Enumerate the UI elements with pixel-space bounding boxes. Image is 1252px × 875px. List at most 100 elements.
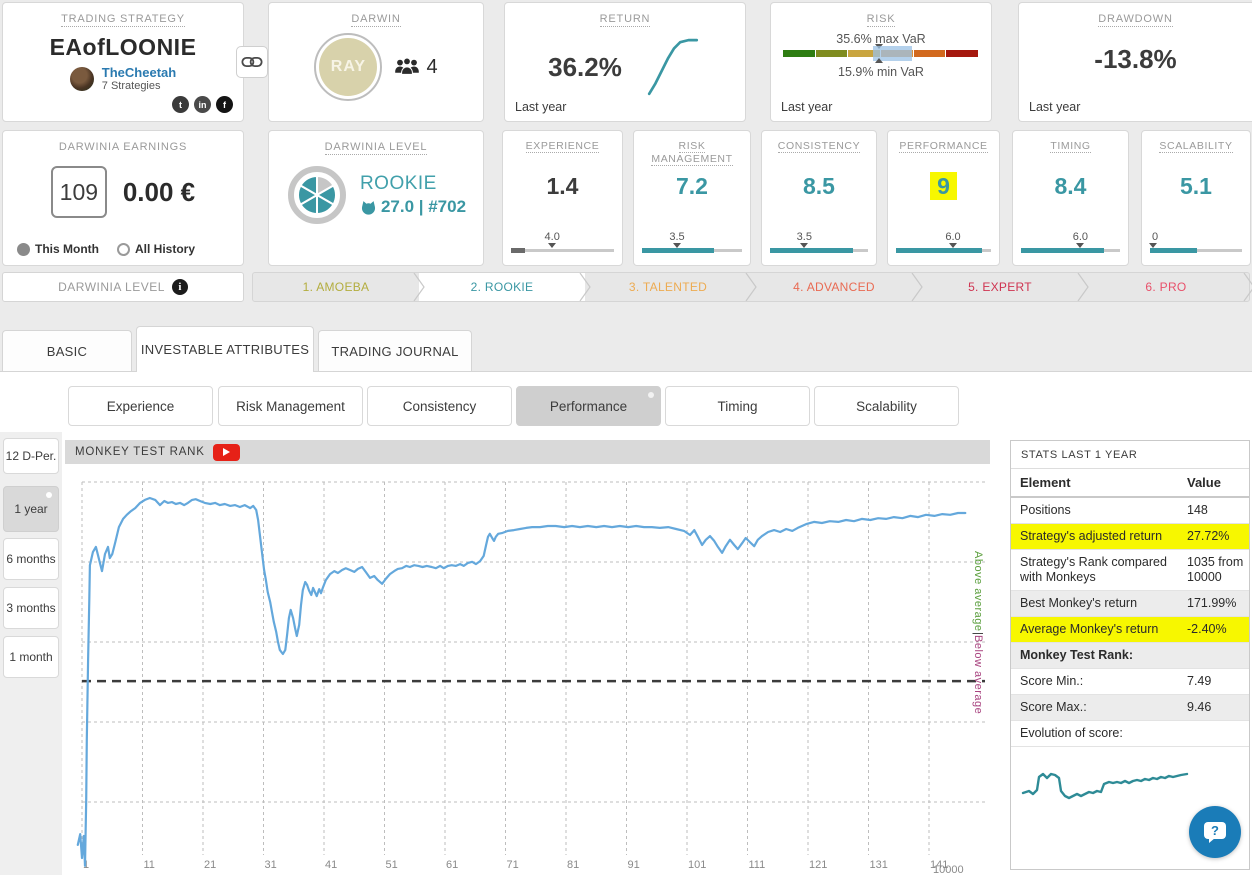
level-step-4[interactable]: 4. ADVANCED — [751, 273, 917, 301]
attribute-card-risk-management[interactable]: RISK MANAGEMENT7.23.5 — [633, 130, 751, 266]
attribute-card-scalability[interactable]: SCALABILITY5.10 — [1141, 130, 1251, 266]
stats-row-value: -2.40% — [1187, 622, 1249, 637]
attribute-card-timing[interactable]: TIMING8.46.0 — [1012, 130, 1129, 266]
period-3-months[interactable]: 3 months — [3, 587, 59, 629]
stats-row: Score Max.:9.46 — [1011, 695, 1249, 721]
link-icon[interactable] — [236, 46, 268, 78]
card-title: DARWINIA LEVEL — [269, 141, 483, 154]
help-button[interactable]: ? — [1189, 806, 1241, 858]
level-step-label: 5. EXPERT — [968, 280, 1032, 294]
darwinia-earnings-card: DARWINIA EARNINGS 109 0.00 € This MonthA… — [2, 130, 244, 266]
darwinia-level-card: DARWINIA LEVEL ROOKIE 27.0 | #702 — [268, 130, 484, 266]
risk-gradient-bar — [783, 50, 979, 57]
stats-row: Best Monkey's return171.99% — [1011, 591, 1249, 617]
radio-selected-icon — [17, 243, 30, 256]
stats-row-label: Score Max.: — [1011, 700, 1187, 715]
chart-title: MONKEY TEST RANK — [75, 446, 205, 458]
tab-trading-journal[interactable]: TRADING JOURNAL — [318, 330, 472, 371]
facebook-icon[interactable]: f — [216, 96, 233, 113]
attribute-value: 9 — [896, 173, 991, 233]
attribute-title: PERFORMANCE — [896, 140, 991, 167]
period-1-year[interactable]: 1 year — [3, 486, 59, 532]
stats-row-label: Strategy's Rank compared with Monkeys — [1011, 555, 1187, 585]
stats-row: Evolution of score: — [1011, 721, 1249, 747]
svg-text:81: 81 — [567, 859, 579, 871]
drawdown-card: DRAWDOWN -13.8% Last year — [1018, 2, 1252, 122]
social-share-icons: tinf — [172, 96, 233, 113]
stats-row-value: 27.72% — [1187, 529, 1249, 544]
svg-text:131: 131 — [870, 859, 888, 871]
investors-icon — [394, 57, 420, 77]
stats-row-value: 7.49 — [1187, 674, 1249, 689]
chevron-right-icon — [578, 273, 592, 301]
stats-row-value: 148 — [1187, 503, 1249, 518]
level-step-3[interactable]: 3. TALENTED — [585, 273, 751, 301]
period-1-month[interactable]: 1 month — [3, 636, 59, 678]
chevron-right-icon — [1242, 273, 1252, 301]
level-step-6[interactable]: 6. PRO — [1083, 273, 1249, 301]
stats-row-label: Monkey Test Rank: — [1011, 648, 1187, 663]
level-step-5[interactable]: 5. EXPERT — [917, 273, 1083, 301]
subtab-experience[interactable]: Experience — [68, 386, 213, 426]
stats-table-header: Element Value — [1011, 469, 1249, 498]
svg-text:111: 111 — [749, 859, 766, 871]
youtube-play-icon[interactable] — [213, 444, 240, 461]
subtab-performance[interactable]: Performance — [516, 386, 661, 426]
twitter-icon[interactable]: t — [172, 96, 189, 113]
chart-header: MONKEY TEST RANK — [65, 440, 990, 464]
card-title: RETURN — [505, 13, 745, 26]
attribute-marker: 6.0 — [896, 233, 991, 248]
radio-icon — [117, 243, 130, 256]
earnings-option-all-history[interactable]: All History — [117, 242, 195, 256]
stats-row-value: 9.46 — [1187, 700, 1249, 715]
level-pie-icon — [286, 164, 348, 226]
attribute-progress-bar — [770, 248, 868, 253]
stats-row-label: Positions — [1011, 503, 1187, 518]
risk-period: Last year — [781, 100, 832, 114]
info-icon[interactable]: i — [172, 279, 188, 295]
stats-row-label: Average Monkey's return — [1011, 622, 1187, 637]
return-period: Last year — [515, 100, 566, 114]
stats-row-value: 1035 from 10000 — [1187, 555, 1249, 585]
attribute-title: CONSISTENCY — [770, 140, 868, 167]
stats-row-value — [1187, 648, 1249, 663]
period-12-d-per-[interactable]: 12 D-Per. — [3, 438, 59, 474]
chevron-right-icon — [910, 273, 924, 301]
tab-investable-attributes[interactable]: INVESTABLE ATTRIBUTES — [136, 326, 314, 372]
earnings-period-options: This Month All History — [17, 242, 195, 256]
attribute-progress-bar — [1021, 248, 1120, 253]
attribute-card-experience[interactable]: EXPERIENCE1.44.0 — [502, 130, 623, 266]
stats-row: Score Min.:7.49 — [1011, 669, 1249, 695]
earnings-badge: 109 — [51, 166, 107, 218]
darwin-ticker-badge[interactable]: RAY — [314, 33, 382, 101]
tab-basic[interactable]: BASIC — [2, 330, 132, 371]
level-step-1[interactable]: 1. AMOEBA — [253, 273, 419, 301]
attribute-card-consistency[interactable]: CONSISTENCY8.53.5 — [761, 130, 877, 266]
svg-text:?: ? — [1211, 823, 1219, 838]
svg-text:51: 51 — [386, 859, 398, 871]
attribute-card-performance[interactable]: PERFORMANCE 96.0 — [887, 130, 1000, 266]
earnings-option-this-month[interactable]: This Month — [17, 242, 99, 256]
owner-strategies-count: 7 Strategies — [102, 80, 176, 92]
attribute-progress-bar — [642, 248, 742, 253]
attribute-value: 7.2 — [642, 173, 742, 233]
subtab-timing[interactable]: Timing — [665, 386, 810, 426]
trading-strategy-card: TRADING STRATEGY EAofLOONIE TheCheetah 7… — [2, 2, 244, 122]
owner-link[interactable]: TheCheetah — [102, 65, 176, 80]
min-var-marker-icon — [875, 58, 883, 63]
subtab-scalability[interactable]: Scalability — [814, 386, 959, 426]
level-step-2[interactable]: 2. ROOKIE — [419, 273, 585, 301]
linkedin-icon[interactable]: in — [194, 96, 211, 113]
chevron-right-icon — [1076, 273, 1090, 301]
period-6-months[interactable]: 6 months — [3, 538, 59, 580]
attribute-title: SCALABILITY — [1150, 140, 1242, 167]
attribute-marker: 3.5 — [642, 233, 742, 248]
level-step-label: 2. ROOKIE — [471, 280, 534, 294]
svg-text:121: 121 — [809, 859, 827, 871]
avatar — [70, 67, 94, 91]
drawdown-period: Last year — [1029, 100, 1080, 114]
subtab-consistency[interactable]: Consistency — [367, 386, 512, 426]
stats-row: Strategy's adjusted return27.72% — [1011, 524, 1249, 550]
subtab-risk-management[interactable]: Risk Management — [218, 386, 363, 426]
attribute-value: 1.4 — [511, 173, 614, 233]
